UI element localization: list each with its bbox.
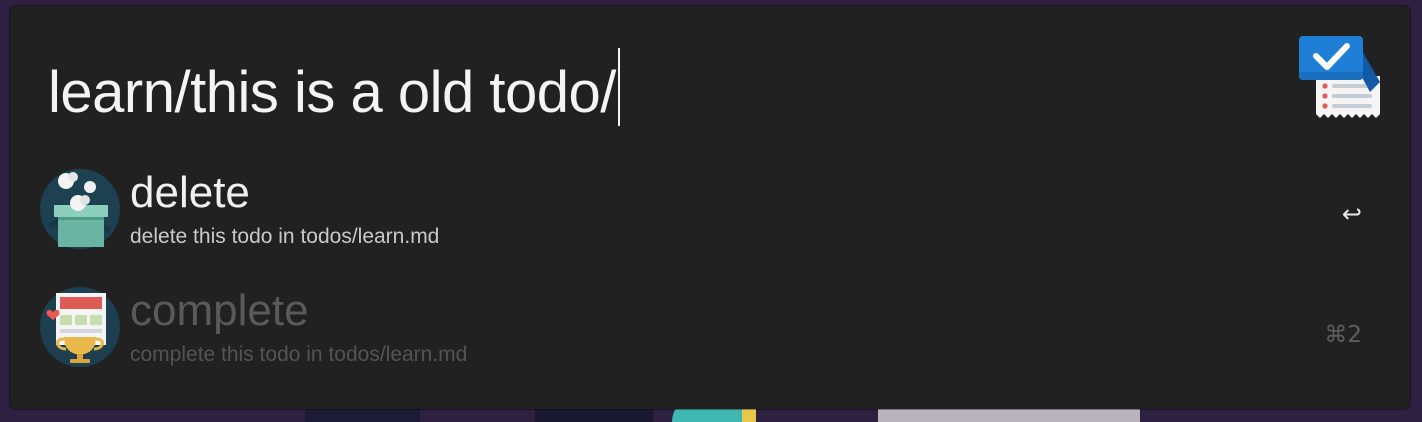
result-subtitle: delete this todo in todos/learn.md — [130, 225, 440, 248]
result-item-delete[interactable]: delete delete this todo in todos/learn.m… — [10, 156, 1410, 274]
search-input[interactable]: learn/this is a old todo/ — [48, 48, 620, 128]
text-caret — [617, 48, 620, 126]
launcher-panel: learn/this is a old todo/ delete delete … — [10, 6, 1410, 409]
command-2-shortcut: ⌘2 — [1324, 322, 1362, 348]
result-title: delete — [130, 168, 250, 217]
result-subtitle: complete this todo in todos/learn.md — [130, 343, 468, 366]
result-item-complete[interactable]: complete complete this todo in todos/lea… — [10, 274, 1410, 392]
search-bar[interactable]: learn/this is a old todo/ — [10, 6, 1410, 156]
return-key-shortcut: ↩ — [1341, 200, 1362, 228]
todo-checklist-icon — [1299, 36, 1380, 118]
trash-bin-icon — [40, 169, 120, 249]
search-query-text: learn/this is a old todo/ — [48, 60, 616, 125]
trophy-document-icon — [40, 287, 120, 367]
result-title: complete — [130, 286, 309, 335]
